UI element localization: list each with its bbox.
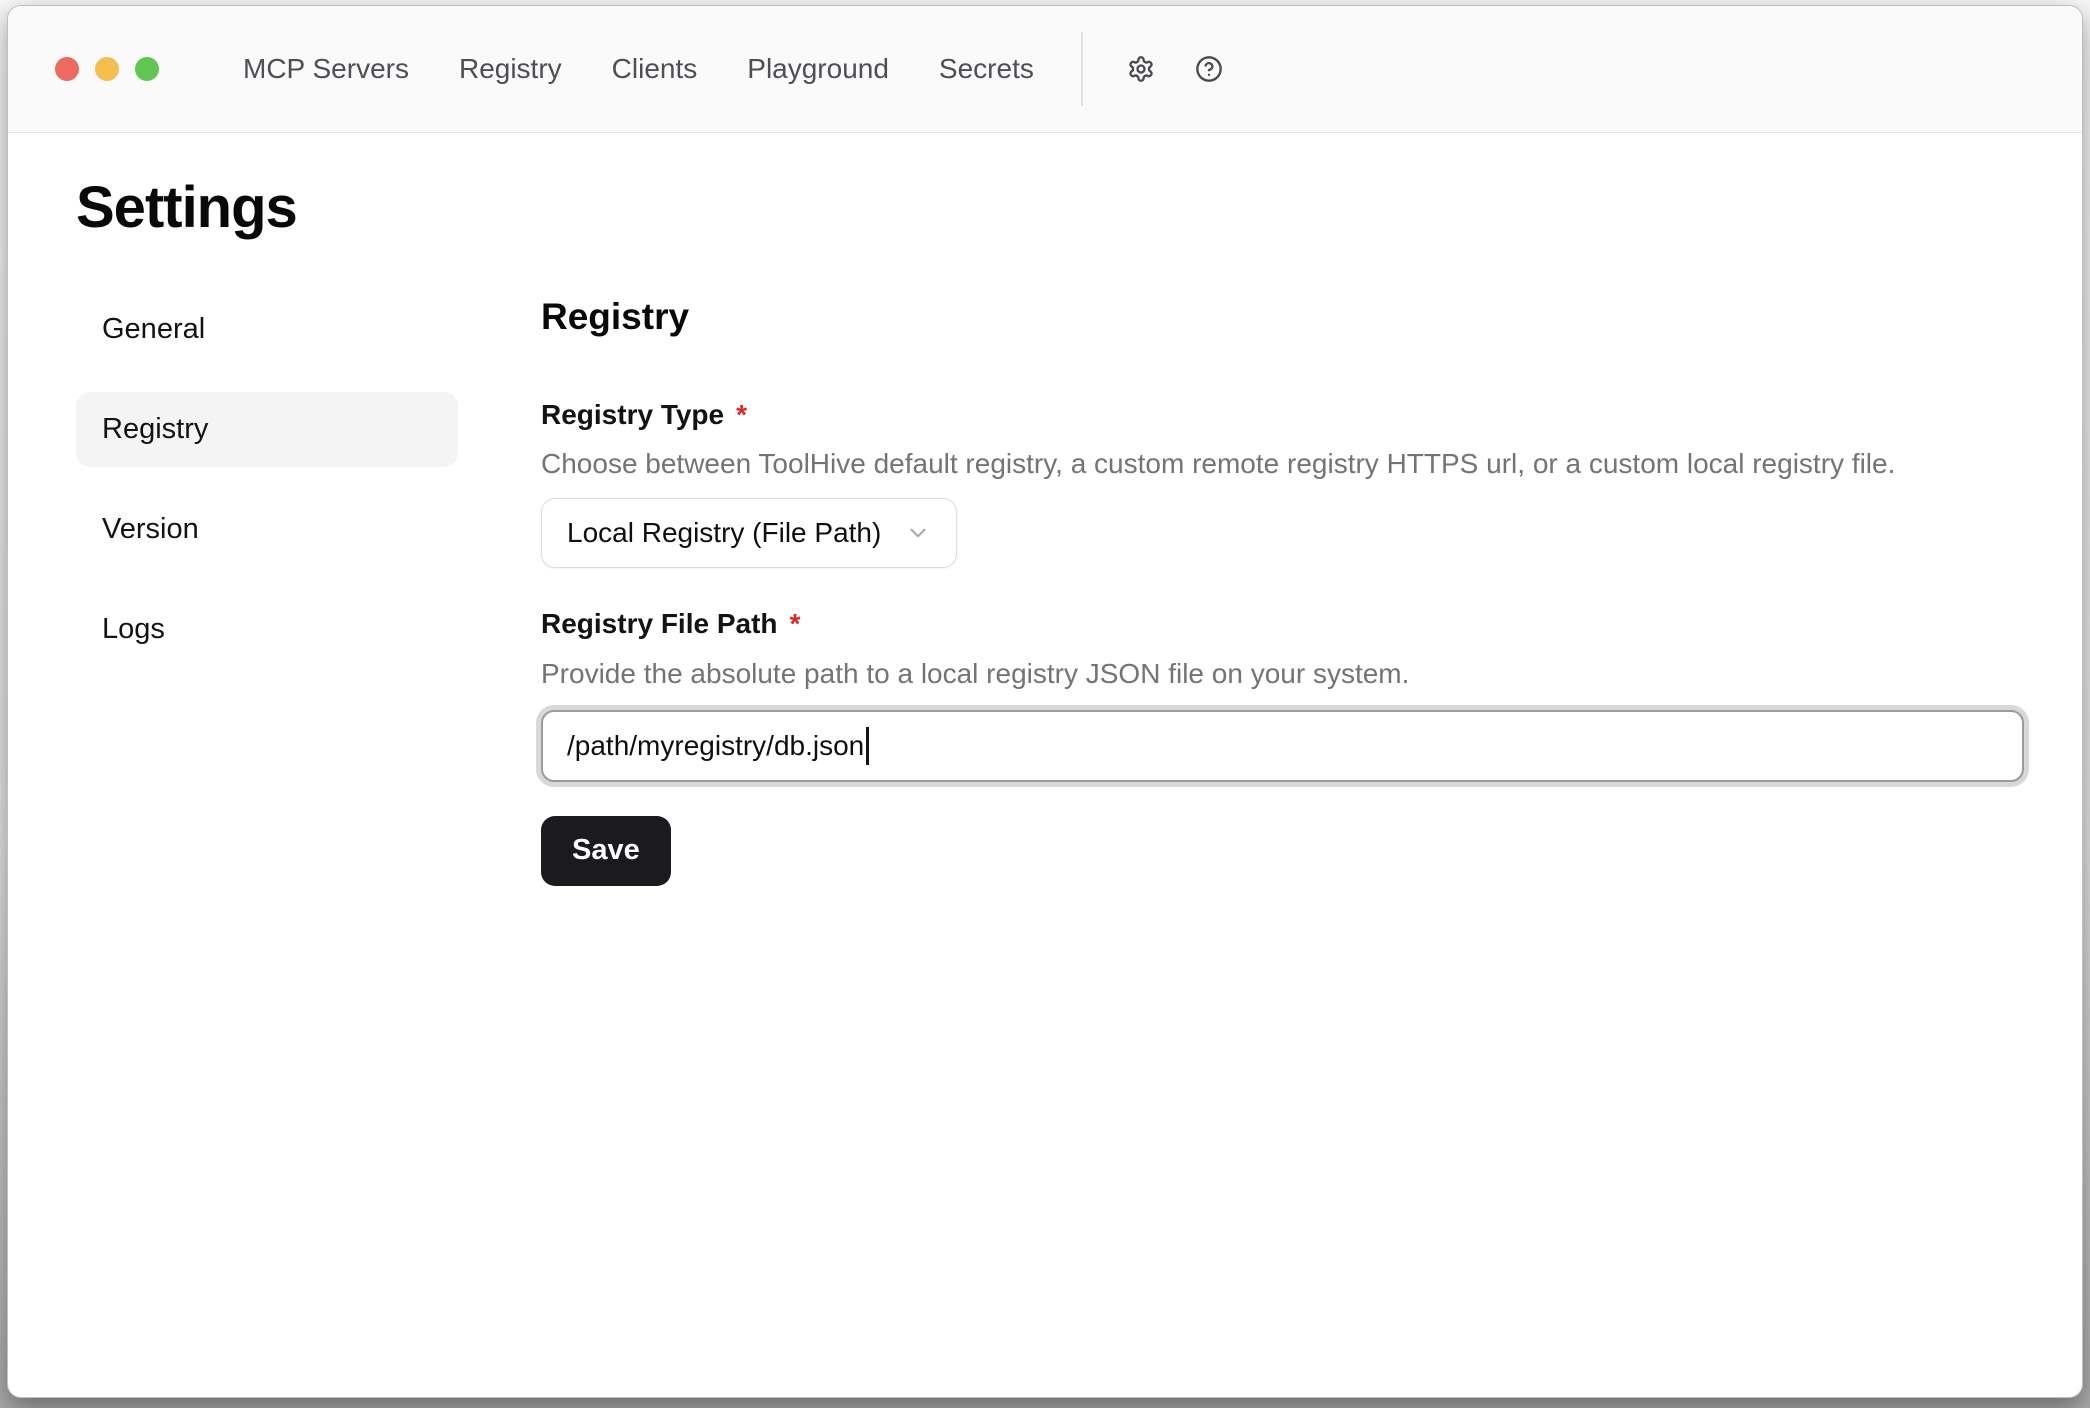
close-window-button[interactable] [55, 57, 79, 81]
sidebar-item-general[interactable]: General [76, 292, 458, 367]
registry-type-label: Registry Type * [541, 395, 2024, 434]
titlebar-divider [1081, 32, 1083, 106]
sidebar-item-logs[interactable]: Logs [76, 592, 458, 667]
page-title: Settings [76, 175, 2082, 242]
sidebar-item-version[interactable]: Version [76, 492, 458, 567]
settings-layout: General Registry Version Logs Registry R… [8, 292, 2082, 886]
nav-clients[interactable]: Clients [612, 53, 698, 85]
registry-file-path-input[interactable]: /path/myregistry/db.json [541, 710, 2024, 782]
registry-file-path-description: Provide the absolute path to a local reg… [541, 654, 2024, 693]
nav-mcp-servers[interactable]: MCP Servers [243, 53, 409, 85]
registry-type-label-text: Registry Type [541, 395, 724, 434]
zoom-window-button[interactable] [135, 57, 159, 81]
top-nav: MCP Servers Registry Clients Playground … [243, 53, 1034, 85]
sidebar-item-registry[interactable]: Registry [76, 392, 458, 467]
registry-file-path-value: /path/myregistry/db.json [567, 730, 864, 762]
titlebar-icons [1127, 55, 1223, 83]
app-window: MCP Servers Registry Clients Playground … [7, 5, 2083, 1398]
section-heading: Registry [541, 295, 2024, 339]
registry-type-select[interactable]: Local Registry (File Path) [541, 498, 957, 568]
nav-playground[interactable]: Playground [747, 53, 889, 85]
text-cursor [866, 727, 869, 765]
settings-gear-icon[interactable] [1127, 55, 1155, 83]
registry-type-select-value: Local Registry (File Path) [567, 517, 881, 549]
chevron-down-icon [905, 520, 931, 546]
settings-sidebar: General Registry Version Logs [76, 292, 458, 886]
traffic-lights [55, 57, 159, 81]
minimize-window-button[interactable] [95, 57, 119, 81]
save-button[interactable]: Save [541, 816, 671, 886]
nav-registry[interactable]: Registry [459, 53, 562, 85]
help-circle-icon[interactable] [1195, 55, 1223, 83]
titlebar: MCP Servers Registry Clients Playground … [8, 6, 2082, 133]
nav-secrets[interactable]: Secrets [939, 53, 1034, 85]
required-asterisk: * [736, 395, 747, 434]
registry-file-path-label-text: Registry File Path [541, 604, 778, 643]
registry-settings-panel: Registry Registry Type * Choose between … [541, 292, 2024, 886]
required-asterisk: * [790, 604, 801, 643]
registry-type-description: Choose between ToolHive default registry… [541, 444, 2024, 483]
registry-file-path-label: Registry File Path * [541, 604, 2024, 643]
